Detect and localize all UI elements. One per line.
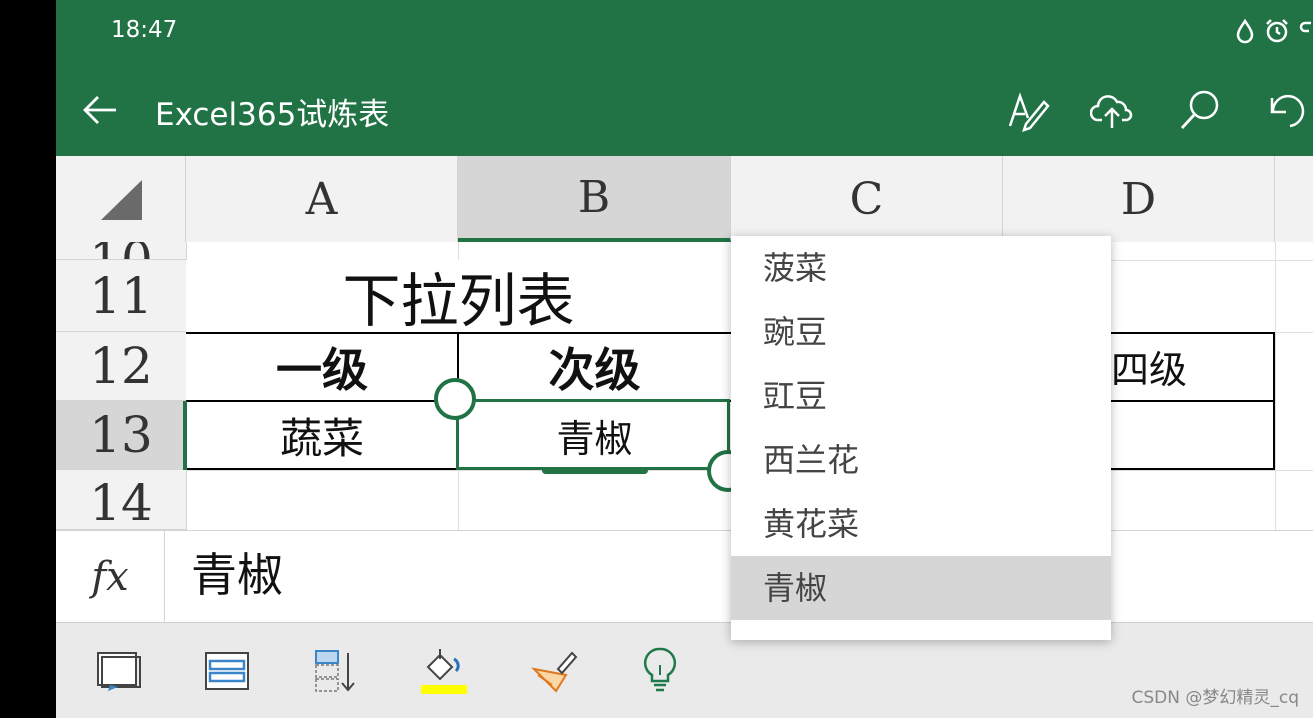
search-icon[interactable]: [1178, 88, 1222, 132]
tell-me-lightbulb-icon[interactable]: [634, 645, 686, 697]
row-selection-edge: [183, 401, 187, 470]
column-header-d[interactable]: D: [1003, 156, 1275, 242]
document-title: Excel365试炼表: [155, 97, 390, 133]
dropdown-option-selected[interactable]: 青椒: [731, 556, 1111, 620]
spreadsheet-grid[interactable]: A B C D 10 11 12 13 14 下拉列表 一级 次级 四级 蔬菜 …: [56, 156, 1313, 530]
undo-icon[interactable]: [1262, 88, 1306, 132]
column-header-e[interactable]: [1275, 156, 1313, 242]
validation-dropdown: 菠菜 豌豆 豇豆 西兰花 黄花菜 青椒: [731, 236, 1111, 640]
cell-a13[interactable]: 蔬菜: [186, 401, 458, 470]
cloud-upload-icon[interactable]: [1090, 88, 1134, 132]
dropdown-option[interactable]: 豌豆: [731, 300, 1111, 364]
fx-label[interactable]: fx: [56, 531, 165, 623]
freeze-panes-icon[interactable]: [200, 645, 252, 697]
column-header-c[interactable]: C: [731, 156, 1003, 242]
alarm-icon: [1266, 19, 1288, 43]
app-header: 18:47 Excel365试炼表: [56, 0, 1313, 156]
status-time: 18:47: [111, 17, 178, 43]
selection-handle-top-left[interactable]: [434, 378, 476, 420]
insert-comment-icon[interactable]: [92, 645, 144, 697]
fill-color-icon[interactable]: [418, 645, 470, 697]
cell-d13[interactable]: [1111, 401, 1275, 470]
row-header-11[interactable]: 11: [56, 260, 186, 332]
row-header-12[interactable]: 12: [56, 332, 186, 401]
row-header-14[interactable]: 14: [56, 470, 186, 530]
column-header-b[interactable]: B: [458, 156, 731, 242]
excel-app: 18:47 Excel365试炼表 A B C D 11 12 13 14 下拉…: [56, 0, 1313, 718]
sync-icon: [1299, 21, 1311, 33]
select-all-triangle-icon: [101, 180, 142, 220]
column-header-a[interactable]: A: [186, 156, 458, 242]
status-icons: [1235, 18, 1313, 44]
merged-title-cell[interactable]: 下拉列表: [186, 260, 731, 335]
grid-line: [1275, 242, 1276, 530]
row-header-10[interactable]: 10: [56, 242, 186, 260]
format-painter-icon[interactable]: [528, 645, 580, 697]
dropdown-option[interactable]: 西兰花: [731, 428, 1111, 492]
watermark: CSDN @梦幻精灵_cq: [1131, 688, 1299, 708]
cell-a12[interactable]: 一级: [186, 332, 458, 401]
formula-input[interactable]: 青椒: [191, 539, 283, 605]
row-header-13[interactable]: 13: [56, 401, 186, 470]
selection-drag-bar[interactable]: [542, 467, 648, 474]
cell-d12[interactable]: 四级: [1111, 332, 1275, 401]
cell-selection-box: [456, 399, 730, 470]
dropdown-option[interactable]: 黄花菜: [731, 492, 1111, 556]
sort-icon[interactable]: [310, 645, 362, 697]
cell-b12[interactable]: 次级: [458, 332, 731, 401]
dropdown-option[interactable]: 菠菜: [731, 236, 1111, 300]
bottom-toolbar: CSDN @梦幻精灵_cq: [56, 622, 1313, 718]
back-arrow-icon[interactable]: [80, 90, 120, 130]
formula-bar: fx 青椒: [56, 530, 1313, 623]
dropdown-option[interactable]: 豇豆: [731, 364, 1111, 428]
draw-pen-icon[interactable]: [1006, 88, 1050, 132]
table-border: [1273, 332, 1275, 470]
select-all-corner[interactable]: [56, 156, 186, 242]
water-drop-icon: [1236, 18, 1254, 44]
